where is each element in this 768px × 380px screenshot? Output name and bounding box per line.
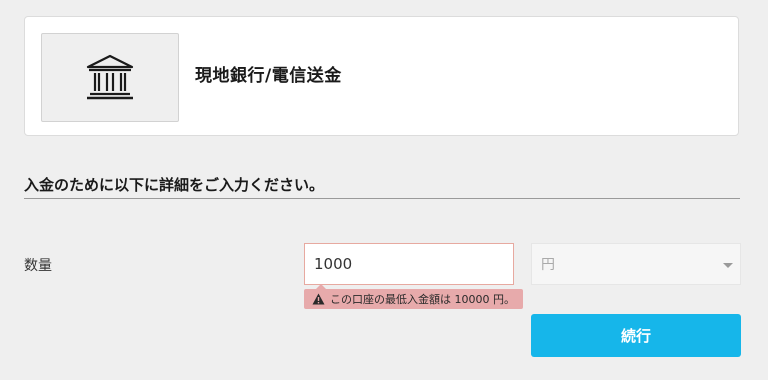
currency-select[interactable]: 円 (531, 243, 741, 285)
error-message: この口座の最低入金額は 10000 円。 (330, 293, 515, 306)
currency-select-value: 円 (541, 257, 555, 273)
continue-button[interactable]: 続行 (531, 314, 741, 357)
section-heading: 入金のために以下に詳細をご入力ください。 (24, 176, 325, 194)
amount-label: 数量 (24, 258, 52, 274)
payment-method-icon-box (41, 33, 179, 122)
payment-method-title: 現地銀行/電信送金 (195, 66, 342, 86)
payment-method-card: 現地銀行/電信送金 (24, 16, 739, 136)
warning-icon (312, 293, 325, 305)
chevron-down-icon (723, 263, 733, 268)
bank-icon (86, 54, 134, 99)
error-tooltip: この口座の最低入金額は 10000 円。 (304, 284, 523, 309)
section-divider (24, 198, 740, 199)
amount-input[interactable] (304, 243, 514, 285)
